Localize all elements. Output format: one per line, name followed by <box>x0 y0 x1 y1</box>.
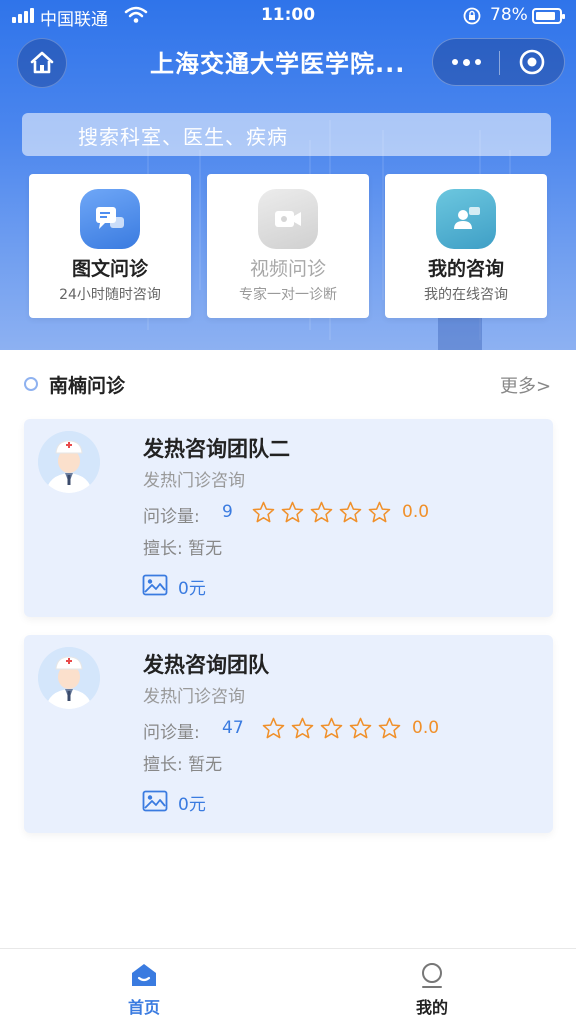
consult-price: 0元 <box>178 579 206 599</box>
home-button[interactable] <box>17 38 67 88</box>
star-icon <box>349 717 372 739</box>
miniprogram-capsule <box>432 38 565 86</box>
star-icon <box>339 501 362 523</box>
battery-percent: 78% <box>490 5 528 25</box>
team-specialty: 擅长: 暂无 <box>143 755 223 775</box>
video-icon <box>258 189 318 249</box>
tab-mine[interactable]: 我的 <box>288 949 576 1024</box>
service-title: 图文问诊 <box>71 258 148 280</box>
battery-icon <box>532 8 565 24</box>
service-title: 我的咨询 <box>427 258 504 280</box>
star-icon <box>310 501 333 523</box>
service-card-video-consult[interactable]: 视频问诊 专家一对一诊断 <box>207 174 369 318</box>
section-title: 南楠问诊 <box>49 375 126 397</box>
more-link[interactable]: 更多> <box>500 372 551 398</box>
star-icon <box>368 501 391 523</box>
team-name: 发热咨询团队 <box>143 653 269 677</box>
rating-score: 0.0 <box>412 718 440 738</box>
star-icon <box>262 717 285 739</box>
service-subtitle: 24小时随时咨询 <box>59 287 161 303</box>
star-icon <box>252 501 275 523</box>
team-name: 发热咨询团队二 <box>143 437 290 461</box>
service-title: 视频问诊 <box>249 258 326 280</box>
star-icon <box>291 717 314 739</box>
consult-user-icon <box>436 189 496 249</box>
service-subtitle: 专家一对一诊断 <box>239 287 337 303</box>
doctor-avatar <box>38 431 100 493</box>
consult-price: 0元 <box>178 795 206 815</box>
consult-card[interactable]: 发热咨询团队 发热门诊咨询 问诊量: 47 0.0 擅长: 暂无 0元 <box>24 635 553 833</box>
doctor-avatar <box>38 647 100 709</box>
search-input[interactable]: 搜索科室、医生、疾病 <box>22 113 551 156</box>
home-icon <box>132 964 156 986</box>
more-dots-icon[interactable] <box>433 39 499 85</box>
target-icon[interactable] <box>500 39 564 85</box>
page-title: 上海交通大学医学院... <box>150 50 406 78</box>
tab-label: 我的 <box>415 998 448 1017</box>
section-dot-icon <box>24 377 38 391</box>
volume-label: 问诊量: <box>143 723 200 743</box>
tab-home[interactable]: 首页 <box>0 949 288 1024</box>
user-icon <box>422 963 442 988</box>
tab-label: 首页 <box>127 998 160 1017</box>
volume-value: 47 <box>222 718 244 738</box>
team-specialty: 擅长: 暂无 <box>143 539 223 559</box>
team-department: 发热门诊咨询 <box>143 471 245 491</box>
status-bar: 中国联通 11:00 78% <box>0 0 576 34</box>
rating-score: 0.0 <box>402 502 430 522</box>
star-rating <box>262 717 401 739</box>
tab-bar: 首页 我的 <box>0 948 576 1024</box>
service-card-text-consult[interactable]: 图文问诊 24小时随时咨询 <box>29 174 191 318</box>
rotation-lock-icon <box>462 6 482 31</box>
star-rating <box>252 501 391 523</box>
service-card-my-consult[interactable]: 我的咨询 我的在线咨询 <box>385 174 547 318</box>
star-icon <box>281 501 304 523</box>
star-icon <box>378 717 401 739</box>
home-icon <box>30 51 54 74</box>
image-icon <box>142 790 168 812</box>
volume-value: 9 <box>222 502 233 522</box>
volume-label: 问诊量: <box>143 507 200 527</box>
search-placeholder: 搜索科室、医生、疾病 <box>78 125 288 149</box>
star-icon <box>320 717 343 739</box>
team-department: 发热门诊咨询 <box>143 687 245 707</box>
image-icon <box>142 574 168 596</box>
consult-card[interactable]: 发热咨询团队二 发热门诊咨询 问诊量: 9 0.0 擅长: 暂无 0元 <box>24 419 553 617</box>
service-subtitle: 我的在线咨询 <box>424 287 508 303</box>
chat-icon <box>80 189 140 249</box>
